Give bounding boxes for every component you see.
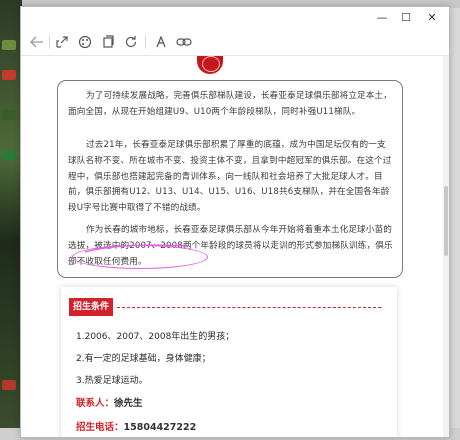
viewer-window: — ☐ ✕ 为了可持续发展战略，完善俱乐部梯队建设，长春亚泰足球俱乐部将立足本土… [20,6,450,438]
vertical-scrollbar[interactable] [443,56,449,437]
link-icon[interactable] [176,34,192,50]
article-paragraph-2: 过去21年，长春亚泰足球俱乐部积累了厚重的底蕴，成为中国足坛仅有的一支球队名称不… [68,140,392,214]
recruit-condition-item: 1.2006、2007、2008年出生的男孩； [76,332,235,342]
scrollbar-thumb[interactable] [444,186,448,256]
maximize-button[interactable]: ☐ [395,10,417,26]
contact-phone: 招生电话：15804427222 [76,419,196,433]
desktop-icon [2,150,16,160]
toolbar-divider [145,35,146,49]
recruit-condition-item: 2.有一定的足球基础，身体健康； [76,354,211,364]
background-desktop-left [0,0,22,440]
desktop-icon [2,70,16,80]
share-icon[interactable] [54,34,70,50]
background-desktop-right [450,8,460,440]
desktop-icon [2,380,16,390]
contact-name: 徐先生 [114,398,143,409]
palette-icon[interactable] [77,34,93,50]
title-bar: — ☐ ✕ [21,7,449,29]
toolbar [21,29,449,56]
recruit-tag: 招生条件 [69,298,113,316]
minimize-button[interactable]: — [371,10,393,26]
recruit-card: 招生条件 1.2006、2007、2008年出生的男孩； 2.有一定的足球基础，… [61,287,397,437]
phone-label: 招生电话： [76,422,124,433]
desktop-icon [2,110,16,120]
contact-label: 联系人： [76,398,115,409]
back-arrow-icon[interactable] [29,34,45,50]
copy-icon[interactable] [100,34,116,50]
desktop-icon [2,40,16,50]
refresh-icon[interactable] [123,34,139,50]
close-button[interactable]: ✕ [421,10,443,26]
highlight-underline-annotation [84,244,188,253]
phone-value: 15804427222 [123,422,197,433]
contact-person: 联系人：徐先生 [76,395,143,409]
club-logo [197,56,223,74]
recruit-condition-item: 3.热爱足球运动。 [76,376,148,386]
dashed-divider [117,307,381,308]
article-paragraph-1: 为了可持续发展战略，完善俱乐部梯队建设，长春亚泰足球俱乐部将立足本土，面向全国，… [68,91,393,117]
toolbar-divider [49,35,50,49]
document-content: 为了可持续发展战略，完善俱乐部梯队建设，长春亚泰足球俱乐部将立足本土，面向全国，… [21,56,449,437]
text-icon[interactable] [153,34,169,50]
